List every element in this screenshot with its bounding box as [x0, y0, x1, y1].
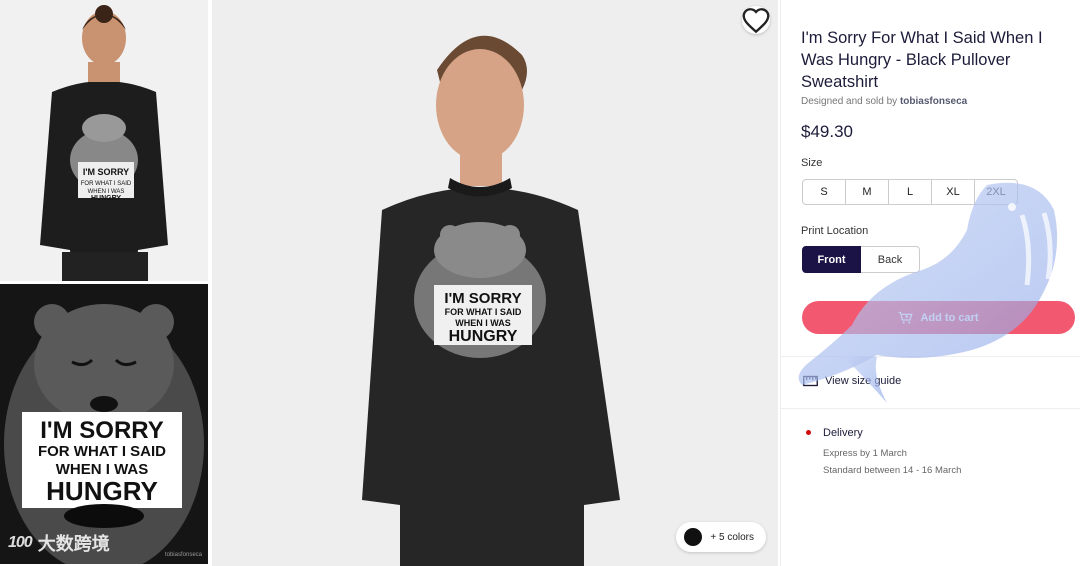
size-selector: S M L XL 2XL [802, 179, 1018, 205]
color-swatch [684, 528, 703, 546]
thumb2-sign-line2: FOR WHAT I SAID [38, 443, 166, 460]
thumbnail-artwork[interactable]: I'M SORRY FOR WHAT I SAID WHEN I WAS HUN… [0, 284, 208, 564]
print-location-label: Print Location [801, 225, 869, 237]
main-sign-line1: I'M SORRY [444, 290, 521, 307]
watermark-logo: 100 大数跨境 [8, 530, 110, 556]
product-page: I'M SORRY FOR WHAT I SAID WHEN I WAS HUN… [0, 0, 1080, 566]
size-option-l[interactable]: L [888, 179, 932, 205]
size-option-s[interactable]: S [802, 179, 846, 205]
main-product-image: I'M SORRY FOR WHAT I SAID WHEN I WAS HUN… [212, 0, 778, 566]
thumb1-sign-line1: I'M SORRY [83, 167, 129, 177]
product-title: I'm Sorry For What I Said When I Was Hun… [801, 29, 1043, 91]
ruler-icon [803, 375, 818, 387]
thumb2-sign-line4: HUNGRY [46, 476, 158, 506]
heart-icon [742, 8, 770, 34]
size-guide-label: View size guide [825, 375, 902, 387]
thumb1-sign-line2: FOR WHAT I SAID [81, 181, 132, 187]
delivery-status-dot [806, 430, 811, 435]
size-option-m[interactable]: M [845, 179, 889, 205]
favorite-button[interactable] [742, 6, 770, 34]
add-to-cart-button[interactable]: Add to cart [802, 301, 1075, 334]
main-sign-line3: WHEN I WAS [455, 318, 511, 328]
delivery-express: Express by 1 March [823, 448, 907, 459]
size-option-2xl[interactable]: 2XL [974, 179, 1018, 205]
divider [781, 408, 1080, 409]
watermark-mark: 100 [8, 534, 33, 551]
add-to-cart-label: Add to cart [920, 311, 979, 324]
thumbnail-model-woman[interactable]: I'M SORRY FOR WHAT I SAID WHEN I WAS HUN… [0, 0, 208, 281]
thumbnail-strip: I'M SORRY FOR WHAT I SAID WHEN I WAS HUN… [0, 0, 210, 566]
main-sign-line4: HUNGRY [449, 328, 518, 345]
delivery-standard: Standard between 14 - 16 March [823, 465, 962, 476]
woman-model-image: I'M SORRY FOR WHAT I SAID WHEN I WAS HUN… [0, 0, 208, 281]
cart-icon [899, 311, 914, 324]
print-location-selector: Front Back [802, 246, 920, 273]
thumb2-sign-line1: I'M SORRY [40, 417, 164, 444]
designed-by-prefix: Designed and sold by [801, 96, 898, 107]
man-model-image: I'M SORRY FOR WHAT I SAID WHEN I WAS HUN… [212, 0, 778, 566]
watermark-text: 大数跨境 [37, 534, 110, 554]
print-location-back[interactable]: Back [861, 246, 920, 273]
product-info-panel: I'm Sorry For What I Said When I Was Hun… [780, 0, 1080, 566]
product-price: $49.30 [801, 122, 853, 141]
more-colors-label: + 5 colors [710, 531, 754, 543]
size-label: Size [801, 157, 823, 169]
artist-signature: tobiasfonseca [164, 552, 202, 558]
more-colors-button[interactable]: + 5 colors [676, 522, 766, 552]
thumb1-sign-line4: HUNGRY [91, 195, 121, 202]
designer-link[interactable]: tobiasfonseca [900, 96, 967, 107]
designed-by: Designed and sold by tobiasfonseca [801, 96, 967, 107]
bear-artwork-image: I'M SORRY FOR WHAT I SAID WHEN I WAS HUN… [0, 284, 208, 564]
divider [781, 356, 1080, 357]
size-option-xl[interactable]: XL [931, 179, 975, 205]
main-sign-line2: FOR WHAT I SAID [445, 307, 522, 317]
size-guide-link[interactable]: View size guide [803, 375, 901, 387]
delivery-title: Delivery [823, 427, 863, 439]
print-location-front[interactable]: Front [802, 246, 861, 273]
